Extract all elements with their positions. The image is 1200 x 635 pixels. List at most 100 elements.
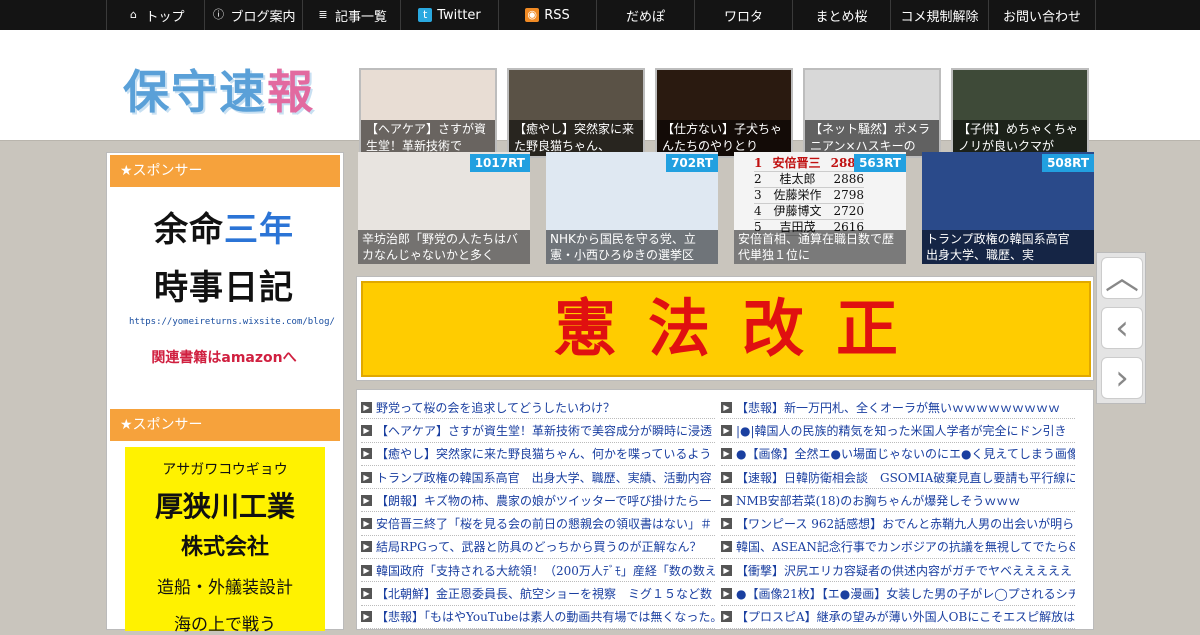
- nav-label: だめぽ: [625, 9, 665, 25]
- nav-label: Twitter: [437, 7, 481, 23]
- list-item[interactable]: ▶ 【ワンピース 962話感想】おでんと赤鞘九人男の出会いが明ら: [721, 512, 1075, 536]
- article-link[interactable]: 韓国、ASEAN記念行事でカンボジアの抗議を無視してでたら&: [736, 538, 1075, 555]
- header-thumbnail[interactable]: 【癒やし】突然家に来た野良猫ちゃん、: [507, 68, 645, 158]
- list-item[interactable]: ▶ ●【画像21枚】【エ●漫画】女装した男の子がレ◯プされるシチ: [721, 582, 1075, 606]
- thumbnail-caption: 【ヘアケア】さすが資生堂！革新技術で: [361, 120, 495, 156]
- article-link[interactable]: 【北朝鮮】金正恩委員長、航空ショーを視察 ミグ１５など数: [376, 585, 712, 602]
- sponsor-heading: ★スポンサー: [110, 155, 340, 187]
- article-link[interactable]: 【プロスピA】継承の望みが薄い外国人OBにこそエスピ解放は有: [736, 608, 1075, 625]
- article-link[interactable]: 野党って桜の会を追求してどうしたいわけ？: [376, 399, 615, 416]
- article-link[interactable]: 【癒やし】突然家に来た野良猫ちゃん、何かを喋っているよう: [376, 445, 711, 462]
- article-column-right: ▶ 【悲報】新一万円札、全くオーラが無いｗｗｗｗｗｗｗｗｗ ▶ |●|韓国人の民族的精…: [721, 396, 1075, 629]
- nav-item-5[interactable]: だめぽ: [596, 0, 694, 30]
- list-icon: ≣: [318, 8, 328, 21]
- book-ad-yomei[interactable]: 余命三年 時事日記 https://yomeireturns.wixsite.c…: [129, 201, 335, 367]
- chevron-up-icon[interactable]: ︿: [1101, 257, 1143, 299]
- article-link-list: ▶ 野党って桜の会を追求してどうしたいわけ？ ▶ 【ヘアケア】さすが資生堂！革新技術で…: [356, 389, 1094, 630]
- article-link[interactable]: ●【画像21枚】【エ●漫画】女装した男の子がレ◯プされるシチ: [736, 585, 1075, 602]
- logo-text-3: 報: [267, 65, 315, 119]
- arrow-bullet-icon: ▶: [361, 588, 372, 600]
- company-extra: 海の上で戦う: [174, 615, 276, 635]
- amazon-link[interactable]: 関連書籍はamazonへ: [129, 347, 319, 367]
- list-item[interactable]: ▶ |●|韓国人の民族的精気を知った米国人学者が完全にドン引き: [721, 419, 1075, 443]
- top-navigation-items: ⌂ トップ ⓘ ブログ案内 ≣ 記事一覧 t Twitter ◉ RSS だめぽ ワロタ まとめ桜 コメ規…: [106, 0, 1096, 30]
- logo-text-2: 速: [219, 65, 267, 119]
- list-item[interactable]: ▶ 結局RPGって、武器と防具のどっちから買うのが正解なん？: [361, 536, 715, 560]
- featured-article[interactable]: 1 安倍晋三 2887 2 桂太郎 2886 3 佐藤栄作 2798 4 伊藤博文 2720 5 吉田茂 2…: [734, 152, 906, 264]
- thumbnail-caption: 【ネット騒然】ポメラニアン×ハスキーの: [805, 120, 939, 156]
- ranking-days: 2886: [833, 172, 864, 186]
- featured-article[interactable]: 702RT NHKから国民を守る党、立憲・小西ひろゆきの選挙区: [546, 152, 718, 264]
- nav-item-0[interactable]: ⌂ トップ: [106, 0, 204, 30]
- ranking-no: 4: [754, 204, 762, 218]
- sponsor-heading-2: ★スポンサー: [110, 409, 340, 441]
- nav-item-6[interactable]: ワロタ: [694, 0, 792, 30]
- list-item[interactable]: ▶ 韓国政府「支持される大統領！（200万人ﾃﾞﾓ」産経「数の数え: [361, 559, 715, 583]
- site-header: 保守速報 【ヘアケア】さすが資生堂！革新技術で 【癒やし】突然家に来た野良猫ちゃん…: [0, 30, 1200, 158]
- article-link[interactable]: NMB安部若菜(18)のお胸ちゃんが爆発しそうｗｗｗ: [736, 492, 1020, 509]
- article-link[interactable]: 【悲報】「もはやYouTubeは素人の動画共有場では無くなった。: [376, 608, 715, 625]
- list-item[interactable]: ▶ 安倍晋三終了「桜を見る会の前日の懇親会の領収書はない」＃: [361, 512, 715, 536]
- list-item[interactable]: ▶ 【癒やし】突然家に来た野良猫ちゃん、何かを喋っているよう: [361, 443, 715, 466]
- featured-article[interactable]: 1017RT 辛坊治郎「野党の人たちはバカなんじゃないかと多く: [358, 152, 530, 264]
- article-link[interactable]: 【ヘアケア】さすが資生堂！革新技術で美容成分が瞬時に浸透: [376, 422, 712, 439]
- kenpou-banner[interactable]: 憲法改正: [356, 276, 1094, 381]
- featured-caption: 安倍首相、通算在職日数で歴代単独１位に: [734, 230, 906, 264]
- list-item[interactable]: ▶ ●【画像】全然エ●い場面じゃないのにエ●く見えてしまう画像: [721, 443, 1075, 466]
- company-ad[interactable]: アサガワコウギョウ 厚狭川工業 株式会社 造船・外艤装設計 海の上で戦う: [125, 447, 325, 635]
- nav-item-1[interactable]: ⓘ ブログ案内: [204, 0, 302, 30]
- list-item[interactable]: ▶ トランプ政権の韓国系高官 出身大学、職歴、実績、活動内容: [361, 466, 715, 490]
- list-item[interactable]: ▶ 【朗報】キズ物の柿、農家の娘がツイッターで呼び掛けたら一: [361, 489, 715, 513]
- site-logo[interactable]: 保守速報: [123, 56, 315, 122]
- list-item[interactable]: ▶ 【北朝鮮】金正恩委員長、航空ショーを視察 ミグ１５など数: [361, 582, 715, 606]
- list-item[interactable]: ▶ 【プロスピA】継承の望みが薄い外国人OBにこそエスピ解放は有: [721, 606, 1075, 629]
- chevron-right-icon[interactable]: ›: [1101, 357, 1143, 399]
- list-item[interactable]: ▶ NMB安部若菜(18)のお胸ちゃんが爆発しそうｗｗｗ: [721, 489, 1075, 513]
- article-link[interactable]: 【悲報】新一万円札、全くオーラが無いｗｗｗｗｗｗｗｗｗ: [736, 399, 1060, 416]
- list-item[interactable]: ▶ 【速報】日韓防衛相会談 GSOMIA破棄見直し要請も平行線に: [721, 466, 1075, 490]
- header-thumbnail[interactable]: 【ネット騒然】ポメラニアン×ハスキーの: [803, 68, 941, 158]
- arrow-bullet-icon: ▶: [361, 494, 372, 506]
- retweet-count-badge: 563RT: [854, 154, 906, 172]
- header-thumbnail[interactable]: 【子供】めちゃくちゃノリが良いクマが: [951, 68, 1089, 158]
- list-item[interactable]: ▶ 野党って桜の会を追求してどうしたいわけ？: [361, 396, 715, 420]
- thumbnail-caption: 【子供】めちゃくちゃノリが良いクマが: [953, 120, 1087, 156]
- list-item[interactable]: ▶ 【悲報】新一万円札、全くオーラが無いｗｗｗｗｗｗｗｗｗ: [721, 396, 1075, 420]
- list-item[interactable]: ▶ 【衝撃】沢尻エリカ容疑者の供述内容がガチでヤベえええええ: [721, 559, 1075, 583]
- nav-item-4[interactable]: ◉ RSS: [498, 0, 596, 30]
- featured-article[interactable]: 508RT トランプ政権の韓国系高官 出身大学、職歴、実: [922, 152, 1094, 264]
- retweet-count-badge: 508RT: [1042, 154, 1094, 172]
- nav-item-8[interactable]: コメ規制解除: [890, 0, 988, 30]
- list-item[interactable]: ▶ 【ヘアケア】さすが資生堂！革新技術で美容成分が瞬時に浸透: [361, 419, 715, 443]
- article-link[interactable]: 【朗報】キズ物の柿、農家の娘がツイッターで呼び掛けたら一: [376, 492, 711, 509]
- article-link[interactable]: ●【画像】全然エ●い場面じゃないのにエ●く見えてしまう画像: [736, 445, 1075, 462]
- list-item[interactable]: ▶ 韓国、ASEAN記念行事でカンボジアの抗議を無視してでたら&: [721, 536, 1075, 560]
- article-link[interactable]: 【衝撃】沢尻エリカ容疑者の供述内容がガチでヤベえええええ: [736, 562, 1072, 579]
- article-link[interactable]: 安倍晋三終了「桜を見る会の前日の懇親会の領収書はない」＃: [376, 515, 712, 532]
- arrow-bullet-icon: ▶: [361, 564, 372, 576]
- arrow-bullet-icon: ▶: [721, 588, 732, 600]
- article-link[interactable]: 【速報】日韓防衛相会談 GSOMIA破棄見直し要請も平行線に: [736, 469, 1075, 486]
- book-url[interactable]: https://yomeireturns.wixsite.com/blog/: [129, 317, 335, 327]
- nav-item-2[interactable]: ≣ 記事一覧: [302, 0, 400, 30]
- ranking-no: 3: [754, 188, 762, 202]
- article-link[interactable]: |●|韓国人の民族的精気を知った米国人学者が完全にドン引き: [736, 422, 1067, 439]
- home-icon: ⌂: [129, 8, 137, 21]
- list-item[interactable]: ▶ 【悲報】「もはやYouTubeは素人の動画共有場では無くなった。: [361, 606, 715, 629]
- arrow-bullet-icon: ▶: [361, 541, 372, 553]
- nav-item-9[interactable]: お問い合わせ: [988, 0, 1096, 30]
- ranking-row: 4 伊藤博文 2720: [754, 204, 864, 220]
- article-link[interactable]: 韓国政府「支持される大統領！（200万人ﾃﾞﾓ」産経「数の数え: [376, 562, 715, 579]
- chevron-left-icon[interactable]: ‹: [1101, 307, 1143, 349]
- nav-item-7[interactable]: まとめ桜: [792, 0, 890, 30]
- nav-label: 記事一覧: [334, 9, 387, 25]
- article-link[interactable]: 【ワンピース 962話感想】おでんと赤鞘九人男の出会いが明ら: [736, 515, 1074, 532]
- header-thumbnail[interactable]: 【仕方ない】子犬ちゃんたちのやりとり: [655, 68, 793, 158]
- arrow-bullet-icon: ▶: [361, 448, 372, 460]
- nav-item-3[interactable]: t Twitter: [400, 0, 498, 30]
- header-thumbnail[interactable]: 【ヘアケア】さすが資生堂！革新技術で: [359, 68, 497, 158]
- ranking-row: 2 桂太郎 2886: [754, 172, 864, 188]
- nav-label: まとめ桜: [815, 9, 868, 25]
- article-link[interactable]: 結局RPGって、武器と防具のどっちから買うのが正解なん？: [376, 538, 702, 555]
- article-link[interactable]: トランプ政権の韓国系高官 出身大学、職歴、実績、活動内容: [376, 469, 712, 486]
